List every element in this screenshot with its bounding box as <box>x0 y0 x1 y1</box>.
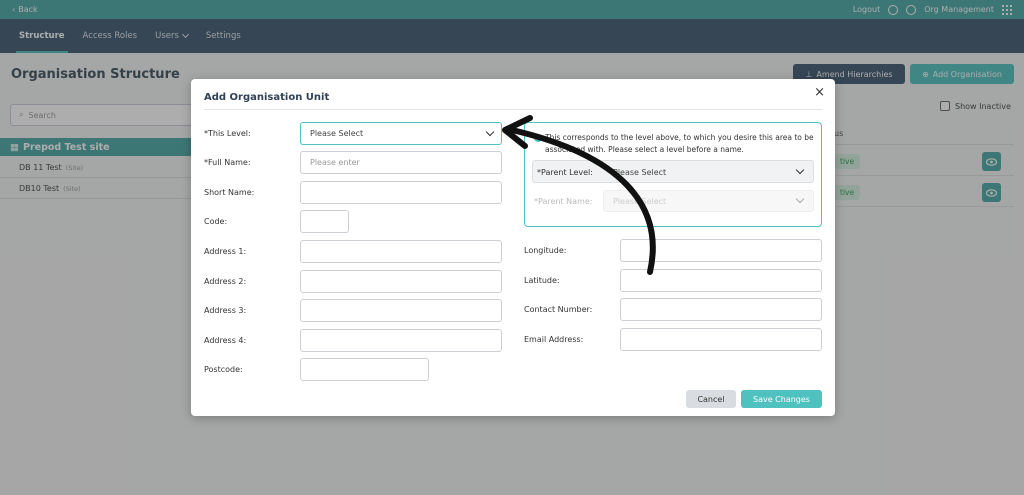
full-name-label: *Full Name: <box>204 158 251 167</box>
full-name-placeholder: Please enter <box>310 158 360 167</box>
address4-input[interactable] <box>300 329 502 352</box>
cancel-button[interactable]: Cancel <box>686 390 736 408</box>
info-icon <box>534 134 542 142</box>
address4-label: Address 4: <box>204 336 247 345</box>
full-name-input[interactable]: Please enter <box>300 151 502 174</box>
chevron-down-icon <box>795 165 805 175</box>
contact-number-label: Contact Number: <box>524 305 593 314</box>
latitude-label: Latitude: <box>524 276 560 285</box>
parent-level-label: *Parent Level: <box>537 168 593 177</box>
this-level-label: *This Level: <box>204 129 251 138</box>
close-icon[interactable]: × <box>814 85 825 100</box>
address1-label: Address 1: <box>204 247 247 256</box>
parent-info-panel: This corresponds to the level above, to … <box>524 122 822 227</box>
code-input[interactable] <box>300 210 349 233</box>
latitude-input[interactable] <box>620 269 822 292</box>
info-text: This corresponds to the level above, to … <box>545 133 814 154</box>
chevron-down-icon <box>795 194 805 204</box>
short-name-input[interactable] <box>300 181 502 204</box>
address2-label: Address 2: <box>204 277 247 286</box>
longitude-label: Longitude: <box>524 246 567 255</box>
parent-name-label: *Parent Name: <box>534 197 593 206</box>
parent-level-select[interactable]: *Parent Level: Please Select <box>532 160 814 183</box>
address3-label: Address 3: <box>204 306 247 315</box>
this-level-select[interactable]: Please Select <box>300 122 502 145</box>
email-address-input[interactable] <box>620 328 822 351</box>
postcode-label: Postcode: <box>204 365 243 374</box>
postcode-input[interactable] <box>300 358 429 381</box>
modal-title: Add Organisation Unit <box>204 92 330 103</box>
short-name-label: Short Name: <box>204 188 255 197</box>
code-label: Code: <box>204 217 228 226</box>
chevron-down-icon <box>485 127 495 137</box>
divider <box>204 109 822 110</box>
email-address-label: Email Address: <box>524 335 584 344</box>
parent-level-value: Please Select <box>613 168 667 177</box>
save-changes-button[interactable]: Save Changes <box>741 390 822 408</box>
address3-input[interactable] <box>300 299 502 322</box>
this-level-value: Please Select <box>310 129 364 138</box>
longitude-input[interactable] <box>620 239 822 262</box>
address1-input[interactable] <box>300 240 502 263</box>
parent-name-select: Please Select <box>603 190 814 212</box>
address2-input[interactable] <box>300 270 502 293</box>
add-organisation-unit-modal: Add Organisation Unit × *This Level: Ple… <box>191 79 835 416</box>
contact-number-input[interactable] <box>620 298 822 321</box>
parent-name-value: Please Select <box>613 197 667 206</box>
